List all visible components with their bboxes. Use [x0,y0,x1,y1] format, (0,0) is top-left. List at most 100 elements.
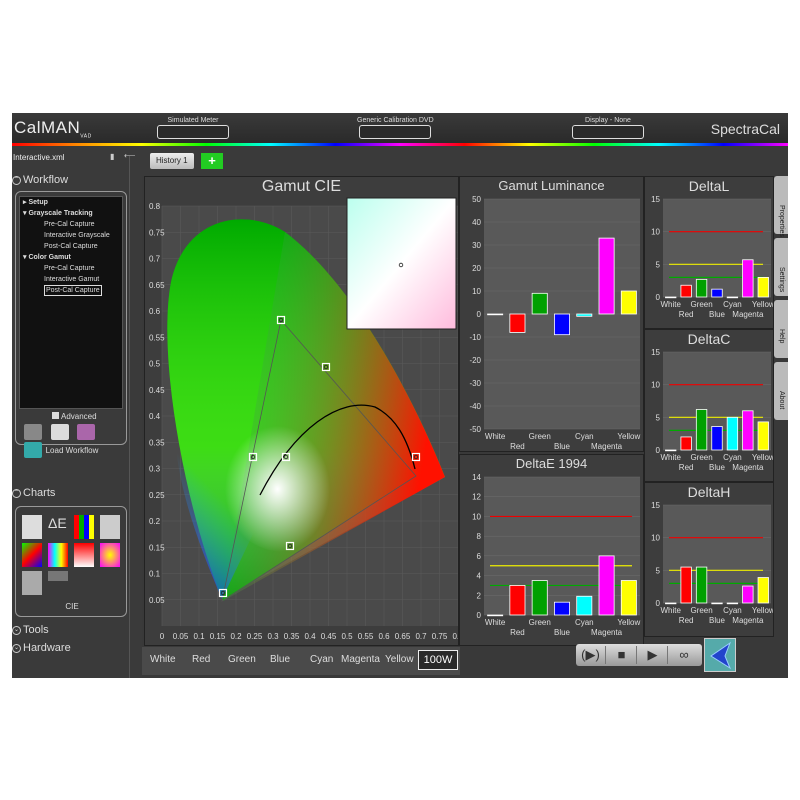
y-tick-label: 10 [651,228,660,237]
cie-x-tick: 0.15 [210,632,226,641]
workflow-tree-item[interactable]: Post-Cal Capture [20,285,122,296]
x-category-label: White [485,618,506,627]
x-category-label: Green [690,606,712,615]
left-scrollbar[interactable] [129,156,137,678]
workflow-tree-label: ▾ Grayscale Tracking [23,210,93,217]
y-tick-label: 0 [477,611,482,620]
table-chart-icon[interactable] [22,571,42,595]
stop-button[interactable]: ■ [607,646,637,664]
save-data-icon[interactable] [50,424,69,440]
delta-e-chart-icon[interactable]: ΔE [48,515,68,539]
meter-box[interactable] [157,125,229,139]
bar-green [695,409,708,451]
bar-magenta [742,259,754,298]
bar-white [665,602,677,605]
color-bars-chart-icon[interactable] [48,543,68,567]
gamut-luminance-chart: Gamut Luminance 50 40 30 20 10 0 -10 -20 -30 -40 -5… [469,178,640,451]
color-checker-chart-icon[interactable] [100,515,120,539]
advanced-checkbox[interactable]: Advanced [52,412,97,421]
workflow-menu-icon[interactable]: ▮ [110,152,114,161]
y-tick-label: 50 [472,195,481,204]
cie-y-tick: 0.15 [149,543,165,552]
patch-cyan[interactable]: Cyan [310,654,333,665]
history-tab[interactable]: History 1 [150,153,194,169]
cie-x-tick: 0.2 [230,632,242,641]
y-tick-label: 15 [651,501,660,510]
load-workflow-label[interactable]: Load Workflow [16,446,128,455]
expand-icon: ⌄ [12,625,21,635]
printer-icon[interactable] [24,424,42,440]
bar-red [509,313,526,333]
hardware-section-header[interactable]: ⌄ Hardware [12,642,71,654]
read-continuous-button[interactable]: (▶) [576,646,606,664]
display-selector[interactable]: Display - None [572,117,644,139]
tab-properties[interactable]: Properties [774,176,788,237]
source-selector[interactable]: Generic Calibration DVD [357,117,434,139]
workflow-tree-item[interactable]: ▾ Grayscale Tracking [20,208,122,219]
gamma-chart-icon[interactable] [74,543,94,567]
cie-chart-icon[interactable] [22,543,42,567]
x-category-label: Blue [709,616,726,625]
x-category-label: Cyan [575,432,594,441]
y-tick-label: 4 [477,572,482,581]
patch-100w-button[interactable]: 100W [418,650,458,670]
source-box[interactable] [359,125,432,139]
x-category-label: Red [510,628,525,637]
collapse-icon: ⌃ [12,175,21,185]
open-folder-icon[interactable] [77,424,96,440]
bar-yellow [620,290,637,315]
workflow-tree-item[interactable]: Pre-Cal Capture [20,263,122,274]
cie-y-tick: 0.05 [149,596,165,605]
x-category-label: Blue [709,463,726,472]
cie-y-tick: 0.4 [149,412,161,421]
checkbox-icon [52,412,59,419]
tab-about[interactable]: About [774,362,788,420]
tab-help[interactable]: Help [774,300,788,358]
charts-section-header[interactable]: ⌃ Charts [12,487,55,499]
x-category-label: Yellow [752,453,773,462]
y-tick-label: 12 [472,493,481,502]
patch-green[interactable]: Green [228,654,256,665]
back-button[interactable] [704,638,736,672]
workflow-tree-item[interactable]: Pre-Cal Capture [20,219,122,230]
workflow-tree-item[interactable]: ▸ Setup [20,197,122,208]
patch-magenta[interactable]: Magenta [341,654,380,665]
spectrum-chart-icon[interactable] [100,543,120,567]
y-tick-label: 30 [472,241,481,250]
x-category-label: Blue [554,442,571,451]
workflow-tree-item[interactable]: Post-Cal Capture [20,241,122,252]
bar-yellow [620,580,637,616]
add-history-button[interactable]: + [201,153,223,169]
workflow-tree-item[interactable]: ▾ Color Gamut [20,252,122,263]
y-tick-label: -50 [469,425,481,434]
readings-chart-icon[interactable] [48,571,68,581]
play-button[interactable]: ▶ [638,646,668,664]
meter-selector[interactable]: Simulated Meter [157,117,229,139]
workflow-tree-item[interactable]: Interactive Gamut [20,274,122,285]
cie-x-tick: 0.3 [267,632,279,641]
patch-white[interactable]: White [150,654,176,665]
y-tick-label: 8 [477,532,482,541]
workflow-tree-item[interactable]: Interactive Grayscale [20,230,122,241]
workflow-section-label: Workflow [23,174,69,186]
patch-yellow[interactable]: Yellow [385,654,414,665]
patch-blue[interactable]: Blue [270,654,290,665]
cie-x-tick: 0.05 [173,632,189,641]
x-category-label: Blue [554,628,571,637]
tab-settings[interactable]: Settings [774,238,788,296]
gamut-cie-panel: Gamut CIE 0 0.05 0.1 0.15 0.2 0.25 0.3 0.35 0.4 0… [144,176,459,646]
luminance-chart-icon[interactable] [22,515,42,539]
cie-y-tick: 0.2 [149,517,161,526]
cie-y-tick: 0.55 [149,333,165,342]
logo-sub: VAD [80,133,92,140]
tab-help-label: Help [778,329,785,344]
workflow-section-header[interactable]: ⌃ Workflow [12,174,68,186]
display-box[interactable] [572,125,644,139]
loop-button[interactable]: ∞ [669,646,699,664]
rgb-balance-chart-icon[interactable] [74,515,94,539]
x-category-label: Magenta [732,310,764,319]
y-tick-label: 6 [477,552,482,561]
patch-red[interactable]: Red [192,654,210,665]
meter-label: Simulated Meter [167,117,219,124]
tools-section-header[interactable]: ⌄ Tools [12,624,49,636]
